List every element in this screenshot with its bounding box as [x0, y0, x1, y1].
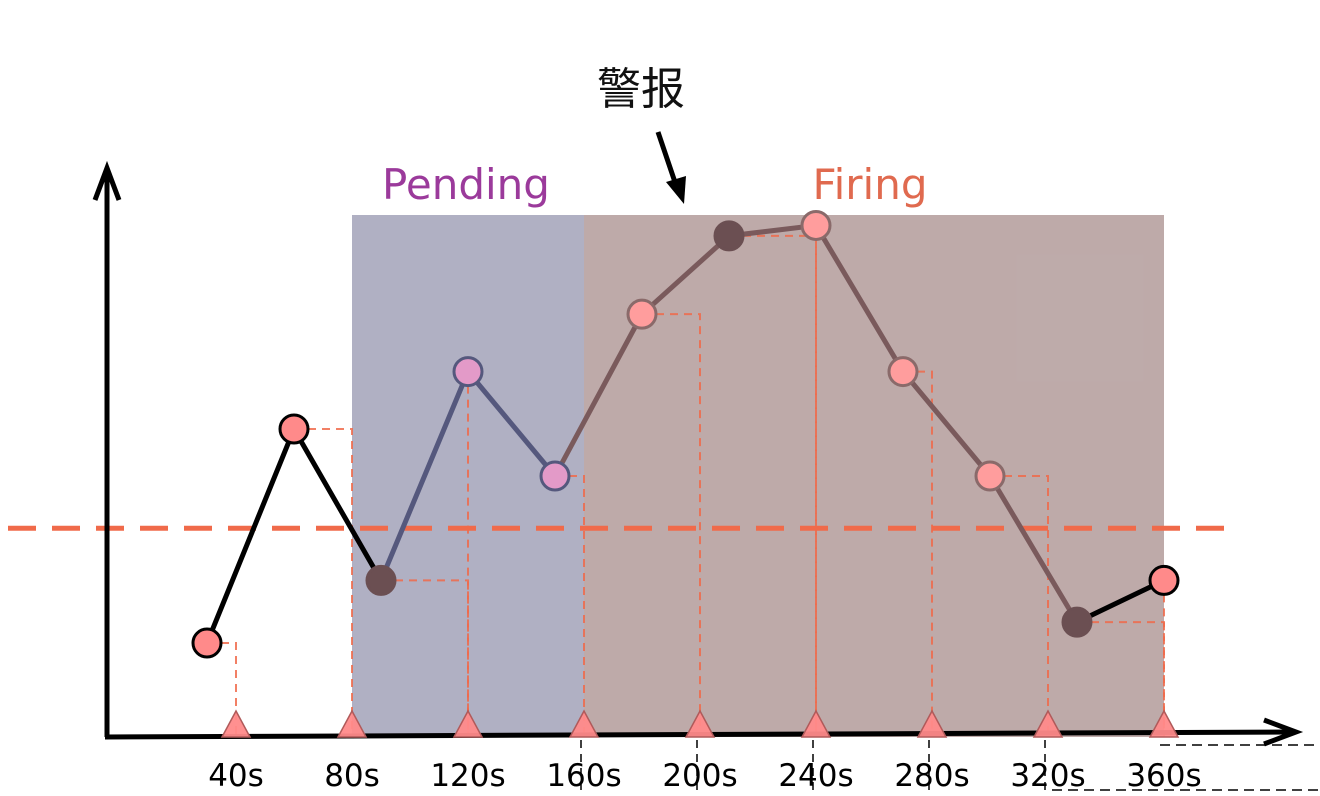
- series-point: [191, 627, 223, 659]
- alert-state-diagram: 40s 80s 120s 160s 200s 240s 280s 320s 360s Pendi…: [8, 64, 1320, 796]
- series-point: [626, 298, 658, 330]
- series-point: [539, 460, 571, 492]
- series-point: [800, 209, 832, 241]
- firing-region: [584, 215, 1164, 737]
- labels: Pending Firing 警报: [382, 64, 927, 209]
- x-tick-layer: 40s 80s 120s 160s 200s 240s 280s 320s 360s: [208, 758, 1201, 794]
- x-tick-label: 320s: [1010, 758, 1085, 794]
- x-tick-label: 200s: [662, 758, 737, 794]
- x-tick-label: 80s: [324, 758, 380, 794]
- x-tick-label: 160s: [546, 758, 621, 794]
- alert-annotation: 警报: [597, 64, 685, 115]
- firing-label: Firing: [813, 160, 928, 209]
- x-tick-label: 280s: [894, 758, 969, 794]
- series-point: [974, 460, 1006, 492]
- sample-marker: [220, 709, 252, 738]
- series-point: [278, 413, 310, 445]
- series-point: [452, 356, 484, 388]
- pending-label: Pending: [382, 160, 550, 209]
- x-tick-label: 360s: [1126, 758, 1201, 794]
- x-tick-label: 120s: [430, 758, 505, 794]
- series-point: [887, 356, 919, 388]
- series-point: [1061, 606, 1093, 638]
- series-point: [365, 564, 397, 596]
- series-point: [1148, 564, 1180, 596]
- x-tick-label: 40s: [208, 758, 264, 794]
- alert-arrow: [655, 131, 686, 204]
- series-point: [713, 220, 745, 252]
- series-segment: [204, 426, 297, 646]
- x-tick-label: 240s: [778, 758, 853, 794]
- state-regions: [352, 215, 1164, 737]
